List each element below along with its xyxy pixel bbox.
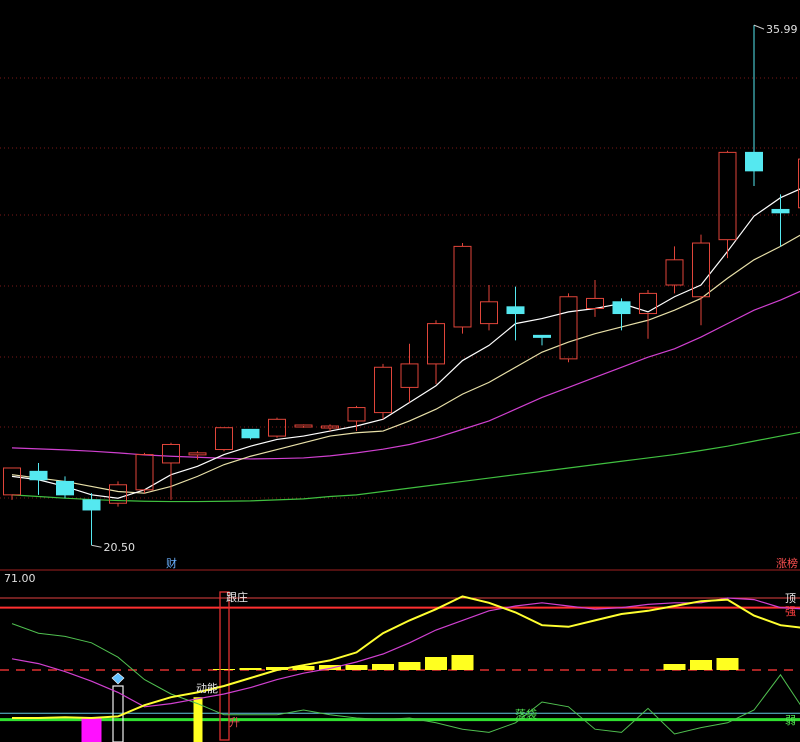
candle <box>56 476 74 499</box>
candle <box>427 320 445 385</box>
candle <box>533 334 551 346</box>
energy-bar <box>345 665 368 670</box>
candle-body-down <box>56 480 74 496</box>
energy-bar <box>398 662 421 670</box>
strong-level-label: 强 <box>785 605 796 618</box>
candle-body-up <box>453 245 472 328</box>
ma20-line <box>11 290 800 460</box>
rise-label: 升 <box>229 716 240 729</box>
candle <box>162 442 180 500</box>
top-level-label: 顶 <box>785 592 796 605</box>
candle <box>400 343 419 403</box>
energy-label: 动能 <box>196 681 218 695</box>
candle-body-up <box>718 151 737 241</box>
fall-label: 落袋 <box>515 707 537 721</box>
candle <box>82 493 101 546</box>
candle-body-down <box>745 151 763 172</box>
candle-body-down <box>506 306 525 315</box>
stock-chart: 35.99 20.50 财 涨榜 71.00 跟庄 动能 升 落袋 顶 强 弱 <box>0 23 800 742</box>
energy-bar <box>239 668 262 670</box>
candle <box>188 451 207 460</box>
energy-bar <box>213 669 235 670</box>
candle-body-up <box>374 366 392 414</box>
candle-body-up <box>665 259 684 286</box>
candle <box>692 234 710 326</box>
dealer-column <box>219 591 230 741</box>
energy-bar <box>690 660 712 670</box>
candle-body-up <box>268 418 286 437</box>
candle-body-down <box>82 499 101 511</box>
candle <box>453 243 472 334</box>
candle <box>215 427 233 452</box>
candle-body-down <box>29 470 48 481</box>
candle-body-up <box>188 452 207 456</box>
ma5-line <box>11 188 800 499</box>
candle <box>135 452 154 494</box>
top-rank-label: 涨榜 <box>776 556 798 570</box>
candle <box>3 467 21 500</box>
candle-body-up <box>162 443 180 464</box>
candle <box>559 293 578 363</box>
energy-bar <box>716 658 739 670</box>
low-price-label: 20.50 <box>104 541 136 554</box>
energy-bar <box>425 657 447 670</box>
weak-level-label: 弱 <box>785 714 796 727</box>
candle <box>268 417 286 438</box>
candle <box>506 286 525 341</box>
candle <box>294 424 313 428</box>
green-indicator-line <box>11 623 800 735</box>
magenta-bar <box>81 717 102 742</box>
candle-body-up <box>347 407 366 422</box>
candle-body-up <box>135 454 154 491</box>
candle <box>745 25 763 186</box>
candle-body-up <box>692 242 710 298</box>
energy-bar <box>663 664 686 670</box>
yellow-indicator-line <box>12 595 800 720</box>
candle-body-down <box>771 208 790 214</box>
candle <box>718 150 737 259</box>
ma60-line <box>11 431 800 503</box>
candle-body-up <box>400 363 419 388</box>
high-pointer <box>753 24 765 30</box>
purple-indicator-line <box>11 597 800 708</box>
diamond-icon <box>111 672 125 685</box>
candle-body-down <box>241 428 260 439</box>
candle <box>480 285 498 331</box>
candle <box>639 290 657 339</box>
indicator-panel <box>0 591 800 742</box>
energy-bar <box>451 655 474 670</box>
candle-body-up <box>559 296 578 360</box>
candle-body-up <box>3 467 21 496</box>
candle-body-up <box>427 323 445 365</box>
price-grid <box>0 77 800 571</box>
energy-bar <box>372 664 394 670</box>
high-price-label: 35.99 <box>766 23 798 36</box>
candle-body-down <box>612 301 631 315</box>
candle-body-down <box>533 334 551 338</box>
dealer-label: 跟庄 <box>226 590 248 604</box>
candle-body-up <box>215 427 233 451</box>
candle-body-up <box>294 424 313 428</box>
indicator-scale-label: 71.00 <box>4 572 36 585</box>
candle <box>29 462 48 495</box>
candle <box>109 481 127 507</box>
moving-averages <box>11 188 800 503</box>
low-pointer <box>91 544 102 548</box>
candle-body-up <box>480 301 498 325</box>
candle <box>374 363 392 420</box>
candle <box>241 428 260 440</box>
finance-marker: 财 <box>166 556 177 570</box>
